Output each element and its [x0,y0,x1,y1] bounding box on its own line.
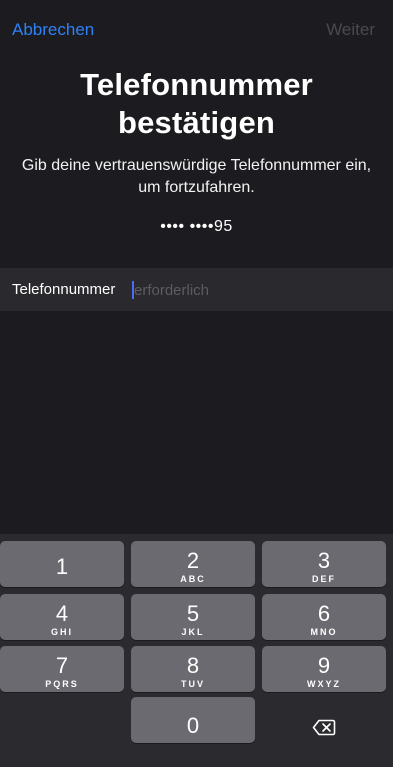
key-digit: 5 [186,601,200,626]
key-6[interactable]: 6 MNO [262,594,386,640]
key-digit: 3 [317,548,331,573]
masked-phone-number: •••• ••••95 [160,218,233,235]
key-7[interactable]: 7 PQRS [0,646,124,692]
key-letters: TUV [181,679,205,689]
key-8[interactable]: 8 TUV [131,646,255,692]
instruction-line-1: Gib deine vertrauenswürdige Telefonnumme… [21,157,372,174]
title-line-1: Telefonnummer [80,67,313,102]
key-4[interactable]: 4 GHI [0,594,124,640]
key-letters: GHI [50,627,73,637]
key-digit: 6 [317,601,331,626]
instruction-line-2: um fortzufahren. [138,179,255,196]
cancel-button[interactable]: Abbrechen [12,20,94,40]
key-digit: 9 [317,653,331,678]
key-digit: 2 [186,548,200,573]
key-digit: 1 [55,553,69,579]
key-letters: ABC [180,574,206,584]
delete-backspace-icon [312,719,336,735]
title-line-2: bestätigen [117,105,276,140]
key-digit: 0 [186,712,200,738]
delete-key[interactable] [262,697,386,743]
text-cursor [132,281,134,299]
phone-number-input[interactable] [132,278,384,302]
key-letters: WXYZ [307,679,341,689]
key-digit: 4 [55,601,69,626]
key-1[interactable]: 1 [0,541,124,587]
verify-phone-screen: Abbrechen Weiter Telefonnummer bestätige… [0,0,393,767]
page-title: Telefonnummer bestätigen [0,66,393,142]
phone-number-label: Telefonnummer [12,281,116,298]
key-3[interactable]: 3 DEF [262,541,386,587]
key-letters: DEF [312,574,336,584]
next-button[interactable]: Weiter [326,20,375,40]
key-5[interactable]: 5 JKL [131,594,255,640]
key-letters: PQRS [45,679,79,689]
key-2[interactable]: 2 ABC [131,541,255,587]
phone-number-row: Telefonnummer [0,268,393,311]
navigation-bar: Abbrechen Weiter [0,0,393,60]
key-9[interactable]: 9 WXYZ [262,646,386,692]
key-digit: 7 [55,653,69,678]
instruction-text: Gib deine vertrauenswürdige Telefonnumme… [0,155,393,199]
key-0[interactable]: 0 [131,697,255,743]
key-digit: 8 [186,653,200,678]
key-letters: MNO [310,627,338,637]
key-letters: JKL [181,627,205,637]
